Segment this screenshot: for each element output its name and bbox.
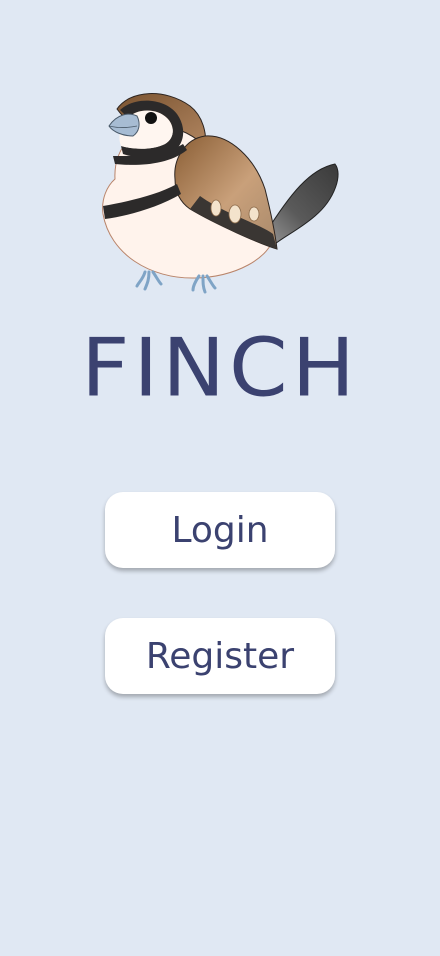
login-button[interactable]: Login	[105, 492, 335, 568]
register-button[interactable]: Register	[105, 618, 335, 694]
welcome-screen: FINCH Login Register	[0, 0, 440, 956]
app-title: FINCH	[81, 321, 359, 415]
finch-bird-icon	[102, 93, 339, 294]
